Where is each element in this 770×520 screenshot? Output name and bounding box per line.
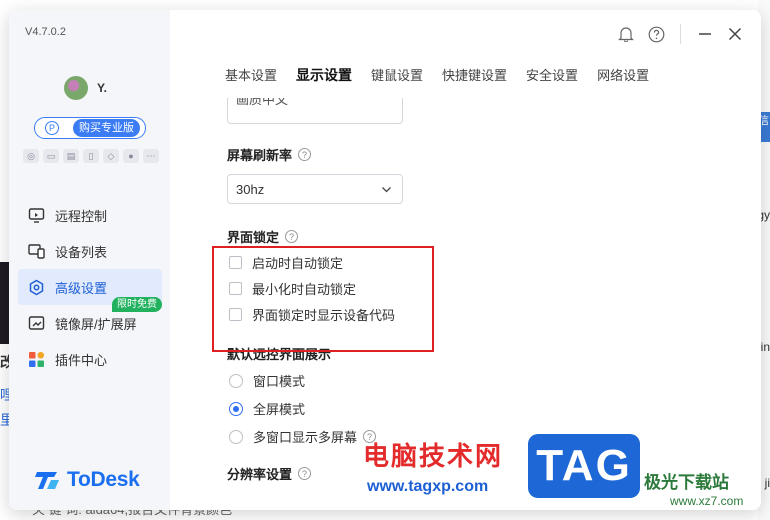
sidebar: V4.7.0.2 Y. P 购买专业版 ◎ ▭ ▤ ▯ ◇ ● ⋯ 远程控制 设… [9,10,170,510]
multi-window-radio[interactable] [229,429,243,444]
watermark-site: 极光下载站 [644,473,729,492]
buy-pro-label: 购买专业版 [73,119,140,137]
free-badge: 限时免费 [112,297,162,312]
tab-shortcuts[interactable]: 快捷键设置 [442,65,507,85]
refresh-rate-label: 屏幕刷新率 [227,148,293,163]
buy-pro-button[interactable]: P 购买专业版 [34,117,146,139]
monitor-icon[interactable]: ▭ [43,149,59,163]
watermark-logo: TAG [528,434,640,498]
background-text: in [760,340,770,354]
interface-lock-heading: 界面锁定 ? [227,227,299,246]
quality-select[interactable]: 画质中文 [227,98,403,124]
apple-icon[interactable]: ● [123,149,139,163]
close-icon[interactable] [725,24,745,44]
sidebar-item-mirror-screen[interactable]: 镜像屏/扩展屏 限时免费 [18,297,162,341]
help-icon[interactable]: ? [298,148,312,161]
sidebar-item-label: 高级设置 [55,280,108,296]
todesk-logo: ToDesk [35,468,140,492]
mirror-screen-icon [28,315,45,332]
help-icon[interactable] [646,24,666,44]
more-icon[interactable]: ⋯ [143,149,159,163]
gamepad-icon[interactable]: ◎ [23,149,39,163]
tab-display[interactable]: 显示设置 [296,65,352,85]
window-mode-option[interactable]: 窗口模式 [229,371,305,390]
todesk-window: V4.7.0.2 Y. P 购买专业版 ◎ ▭ ▤ ▯ ◇ ● ⋯ 远程控制 设… [9,10,761,510]
option-label: 多窗口显示多屏幕 [253,430,358,445]
android-icon[interactable]: ◇ [103,149,119,163]
watermark-text: 电脑技术网 [363,441,504,471]
bell-icon[interactable] [616,24,636,44]
settings-tabs: 基本设置 显示设置 键鼠设置 快捷键设置 安全设置 网络设置 [225,65,668,85]
quality-select-value: 画质中文 [236,98,289,107]
sidebar-item-remote-control[interactable]: 远程控制 [18,197,162,233]
sidebar-nav: 远程控制 设备列表 高级设置 镜像屏/扩展屏 限时免费 插件中心 [18,197,162,377]
todesk-logo-icon [35,472,59,489]
resolution-heading: 分辨率设置 ? [227,464,312,483]
resolution-label: 分辨率设置 [227,467,293,482]
plugin-center-icon [28,351,45,368]
sidebar-item-plugin-center[interactable]: 插件中心 [18,341,162,377]
username: Y. [97,81,108,95]
advanced-settings-icon [28,279,45,296]
watermark-site-url: www.xz7.com [670,494,744,508]
chevron-down-icon [382,187,391,193]
sidebar-item-label: 远程控制 [55,208,108,224]
option-label: 全屏模式 [253,402,306,417]
watermark-url: www.tagxp.com [367,478,489,495]
window-mode-radio[interactable] [229,373,243,388]
sidebar-item-device-list[interactable]: 设备列表 [18,233,162,269]
tab-network[interactable]: 网络设置 [597,65,649,85]
multi-window-option[interactable]: 多窗口显示多屏幕 ? [229,427,377,446]
remote-control-icon [28,207,45,224]
help-icon[interactable]: ? [298,467,312,480]
minimize-icon[interactable] [695,24,715,44]
avatar[interactable] [64,76,88,100]
interface-lock-label: 界面锁定 [227,230,280,245]
tab-keyboard-mouse[interactable]: 键鼠设置 [371,65,423,85]
option-label: 窗口模式 [253,374,306,389]
pro-icon: P [45,121,59,135]
sidebar-item-label: 设备列表 [55,244,108,260]
refresh-rate-select[interactable]: 30hz [227,174,403,204]
tab-security[interactable]: 安全设置 [526,65,578,85]
sidebar-item-label: 插件中心 [55,352,108,368]
help-icon[interactable]: ? [285,230,299,243]
background-text: ji [764,476,770,490]
fullscreen-mode-radio[interactable] [229,401,243,416]
sidebar-item-label: 镜像屏/扩展屏 [55,316,137,332]
tab-basic[interactable]: 基本设置 [225,65,277,85]
refresh-rate-value: 30hz [236,181,265,197]
brand-name: ToDesk [67,468,140,491]
device-list-icon [28,243,45,260]
card-icon[interactable]: ▤ [63,149,79,163]
version-label: V4.7.0.2 [25,26,66,38]
window-controls [606,24,745,44]
refresh-rate-heading: 屏幕刷新率 ? [227,145,312,164]
toolbar-divider [680,24,681,44]
platform-icons: ◎ ▭ ▤ ▯ ◇ ● ⋯ [23,149,159,163]
highlight-box [212,246,434,352]
tablet-icon[interactable]: ▯ [83,149,99,163]
fullscreen-mode-option[interactable]: 全屏模式 [229,399,305,418]
